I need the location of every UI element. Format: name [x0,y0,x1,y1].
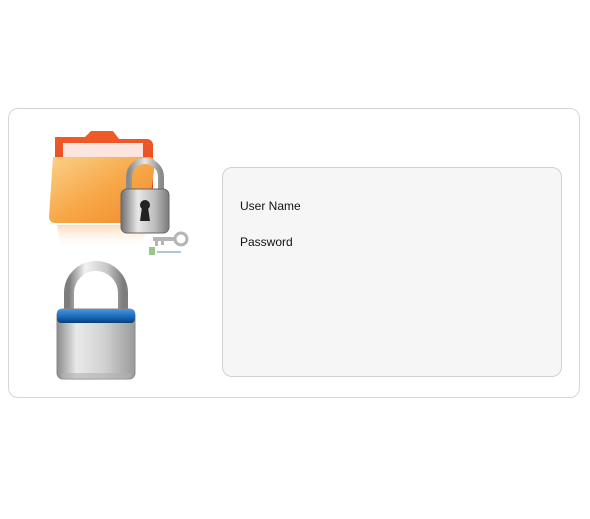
password-label: Password [240,235,293,249]
folder-lock-icon [49,131,189,255]
login-form-panel: User Name Password [222,167,562,377]
login-card: User Name Password [8,108,580,398]
username-label: User Name [240,199,301,213]
padlock-icon [56,261,136,380]
